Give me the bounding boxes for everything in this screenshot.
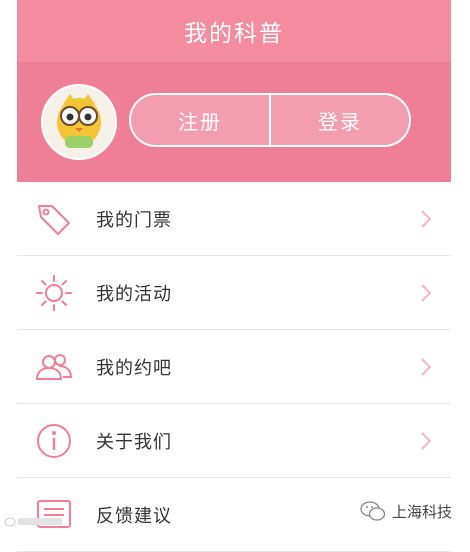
avatar-mascot-icon bbox=[57, 94, 101, 148]
chevron-right-icon bbox=[421, 210, 432, 228]
sun-icon bbox=[36, 275, 72, 311]
chevron-right-icon bbox=[421, 358, 432, 376]
profile-header: 注册 登录 bbox=[17, 62, 451, 182]
page-title: 我的科普 bbox=[184, 21, 284, 47]
avatar[interactable] bbox=[41, 84, 117, 160]
menu-item-meetups[interactable]: 我的约吧 bbox=[17, 330, 451, 404]
users-icon bbox=[35, 354, 73, 380]
title-bar: 我的科普 bbox=[17, 0, 451, 62]
menu-item-label: 我的活动 bbox=[96, 283, 172, 305]
watermark-logo-icon bbox=[4, 517, 62, 527]
menu-item-activities[interactable]: 我的活动 bbox=[17, 256, 451, 330]
menu-list: 我的门票 我的活动 我的约吧 关于我们 反馈建议 bbox=[17, 182, 451, 552]
menu-item-label: 关于我们 bbox=[96, 431, 172, 453]
menu-item-about[interactable]: 关于我们 bbox=[17, 404, 451, 478]
chevron-right-icon bbox=[421, 284, 432, 302]
app-screen: 我的科普 注册 登录 我的门票 我的活动 我的约吧 关于我们 反馈建议 bbox=[17, 0, 451, 552]
login-button[interactable]: 登录 bbox=[271, 95, 409, 145]
ticket-tag-icon bbox=[38, 205, 70, 235]
register-button[interactable]: 注册 bbox=[131, 95, 269, 145]
wechat-watermark: 上海科技 bbox=[360, 500, 452, 522]
info-icon bbox=[37, 424, 71, 458]
menu-item-label: 我的约吧 bbox=[96, 357, 172, 379]
wechat-icon bbox=[360, 501, 386, 521]
wechat-account-name: 上海科技 bbox=[392, 502, 453, 521]
auth-button-group: 注册 登录 bbox=[129, 93, 411, 147]
menu-item-label: 我的门票 bbox=[96, 209, 172, 231]
weibo-watermark bbox=[4, 515, 64, 530]
menu-item-label: 反馈建议 bbox=[96, 505, 172, 527]
menu-item-tickets[interactable]: 我的门票 bbox=[17, 182, 451, 256]
chevron-right-icon bbox=[421, 432, 432, 450]
